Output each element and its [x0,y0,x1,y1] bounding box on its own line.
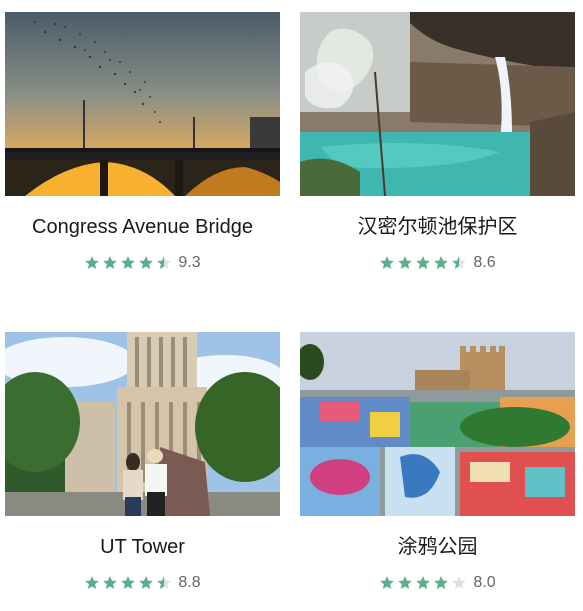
star-icon [120,575,136,591]
attraction-name[interactable]: UT Tower [5,534,280,560]
attraction-card-hamilton-pool[interactable]: 汉密尔顿池保护区 8.6 [300,12,575,273]
attraction-name[interactable]: 涂鸦公园 [300,534,575,560]
star-icon [379,255,395,271]
star-icon [451,255,467,271]
attraction-photo[interactable] [5,12,280,196]
attraction-card-congress-avenue-bridge[interactable]: Congress Avenue Bridge 9.3 [5,12,280,273]
star-icon [156,575,172,591]
rating-score: 9.3 [178,254,201,271]
star-icon [84,575,100,591]
star-icon [451,575,467,591]
star-icon [415,255,431,271]
star-rating: 8.0 [300,573,575,593]
attraction-name[interactable]: 汉密尔顿池保护区 [300,214,575,240]
attraction-photo[interactable] [300,12,575,196]
star-icon [138,255,154,271]
star-icon [138,575,154,591]
star-icon [156,255,172,271]
rating-score: 8.0 [473,574,496,591]
star-icon [102,575,118,591]
star-icon [397,255,413,271]
rating-score: 8.6 [473,254,496,271]
attraction-card-ut-tower[interactable]: UT Tower 8.8 [5,332,280,593]
star-icon [415,575,431,591]
star-icon [120,255,136,271]
attraction-grid: Congress Avenue Bridge 9.3 汉密尔顿池保护区 8.6 … [0,0,583,611]
attraction-photo[interactable] [5,332,280,516]
star-icon [84,255,100,271]
attraction-card-graffiti-park[interactable]: 涂鸦公园 8.0 [300,332,575,593]
star-icon [102,255,118,271]
star-icon [397,575,413,591]
attraction-name[interactable]: Congress Avenue Bridge [5,214,280,240]
star-rating: 8.8 [5,573,280,593]
star-icon [433,575,449,591]
star-icon [433,255,449,271]
star-rating: 8.6 [300,253,575,273]
star-icon [379,575,395,591]
attraction-photo[interactable] [300,332,575,516]
star-rating: 9.3 [5,253,280,273]
rating-score: 8.8 [178,574,201,591]
